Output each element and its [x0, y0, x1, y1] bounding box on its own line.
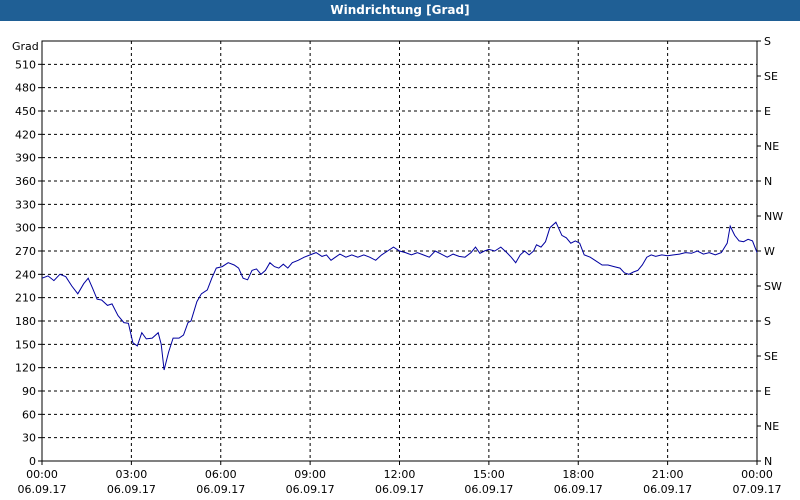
y2-tick-label: W: [764, 245, 775, 258]
x-tick-time: 00:00: [741, 468, 773, 481]
y2-tick-label: N: [764, 455, 772, 468]
y-tick-label: 420: [15, 128, 36, 141]
y2-tick-label: SE: [764, 350, 778, 363]
y2-tick-label: NE: [764, 140, 779, 153]
x-tick-date: 06.09.17: [107, 483, 156, 496]
y-axis-ticks: 0 30 60 90 120 150 180 210 240 270 300 330 360 390 420…: [15, 58, 42, 468]
window-title: Windrichtung [Grad]: [0, 0, 800, 21]
x-tick-date: 06.09.17: [375, 483, 424, 496]
y-tick-label: 90: [22, 385, 36, 398]
x-tick-time: 00:00: [26, 468, 58, 481]
x-axis-ticks: 00:00 06.09.17 03:00 06.09.17 06:00 06.09.17 0…: [18, 461, 782, 496]
x-tick-time: 09:00: [294, 468, 326, 481]
y2-tick-label: E: [764, 385, 771, 398]
x-tick-time: 18:00: [562, 468, 594, 481]
y2-tick-label: S: [764, 35, 771, 48]
y-tick-label: 120: [15, 362, 36, 375]
y-axis-label: Grad: [12, 40, 39, 53]
y2-tick-label: S: [764, 315, 771, 328]
y-tick-label: 390: [15, 152, 36, 165]
x-tick-date: 06.09.17: [196, 483, 245, 496]
y-tick-label: 510: [15, 58, 36, 71]
chart: Grad 0 30 60 90 120 150 180 210 240 270 300 330 360 3…: [12, 35, 783, 496]
y-tick-label: 150: [15, 338, 36, 351]
x-tick-time: 06:00: [205, 468, 237, 481]
y-tick-label: 240: [15, 268, 36, 281]
y2-tick-label: E: [764, 105, 771, 118]
y-tick-label: 300: [15, 222, 36, 235]
y-tick-label: 450: [15, 105, 36, 118]
y-tick-label: 180: [15, 315, 36, 328]
y-tick-label: 330: [15, 198, 36, 211]
y2-tick-label: NE: [764, 420, 779, 433]
y-tick-label: 360: [15, 175, 36, 188]
y-tick-label: 0: [29, 455, 36, 468]
x-tick-date: 06.09.17: [554, 483, 603, 496]
x-tick-date: 06.09.17: [643, 483, 692, 496]
y-tick-label: 30: [22, 432, 36, 445]
y2-tick-label: SE: [764, 70, 778, 83]
y2-tick-label: NW: [764, 210, 783, 223]
y-tick-label: 60: [22, 408, 36, 421]
x-tick-date: 06.09.17: [18, 483, 67, 496]
y-tick-label: 480: [15, 82, 36, 95]
x-tick-date: 07.09.17: [733, 483, 782, 496]
y-tick-label: 210: [15, 292, 36, 305]
x-tick-time: 21:00: [652, 468, 684, 481]
x-tick-time: 03:00: [116, 468, 148, 481]
y-tick-label: 270: [15, 245, 36, 258]
x-tick-date: 06.09.17: [286, 483, 335, 496]
x-tick-time: 12:00: [384, 468, 416, 481]
y2-tick-label: SW: [764, 280, 782, 293]
y2-axis-ticks: N NE E SE S SW W NW N NE E SE S: [757, 35, 783, 468]
y2-tick-label: N: [764, 175, 772, 188]
x-tick-date: 06.09.17: [464, 483, 513, 496]
x-tick-time: 15:00: [473, 468, 505, 481]
